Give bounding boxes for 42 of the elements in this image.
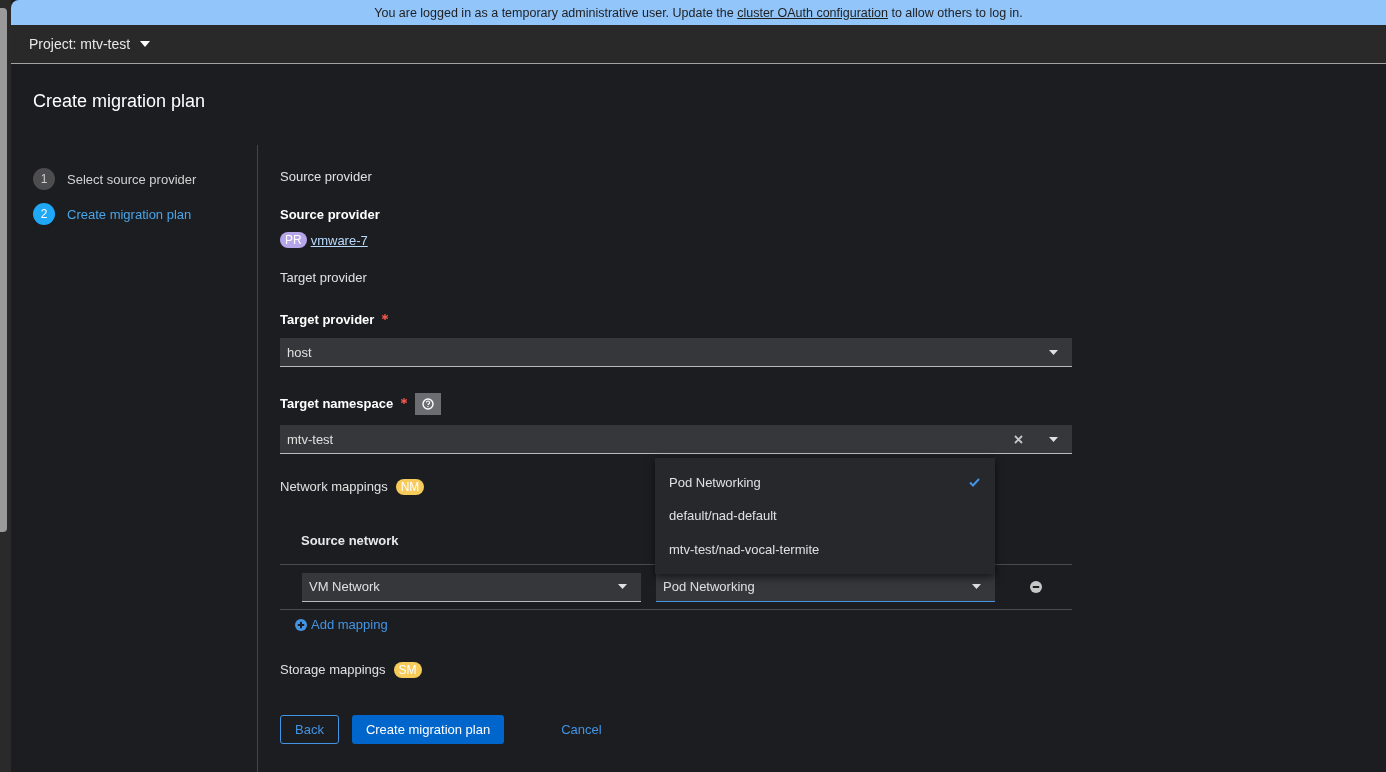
cancel-button[interactable]: Cancel xyxy=(547,715,616,744)
wizard-step[interactable]: Select source provider xyxy=(67,171,197,187)
add-mapping-button[interactable]: Add mapping xyxy=(295,617,388,632)
help-button[interactable] xyxy=(415,393,442,415)
step-number: 2 xyxy=(33,203,55,225)
oauth-link[interactable]: cluster OAuth configuration xyxy=(737,5,888,20)
project-selector[interactable]: Project: mtv-test xyxy=(29,36,151,52)
clear-icon[interactable] xyxy=(1014,434,1023,444)
scrollbar[interactable] xyxy=(0,8,7,532)
create-button[interactable]: Create migration plan xyxy=(351,715,505,744)
select-field[interactable]: VM Network xyxy=(302,572,641,602)
provider-link[interactable]: vmware-7 xyxy=(310,232,368,248)
page-title: Create migration plan xyxy=(33,90,207,112)
caret-icon xyxy=(972,584,981,589)
select-field[interactable]: mtv-test xyxy=(280,425,1072,454)
caret-icon xyxy=(1049,436,1058,442)
select-field[interactable]: Pod Networking xyxy=(656,572,995,602)
section-heading: Source provider xyxy=(280,169,372,185)
remove-icon[interactable] xyxy=(1030,581,1042,593)
menu-item[interactable]: mtv-test/nad-vocal-termite xyxy=(655,532,995,566)
field-label: Source provider xyxy=(280,207,380,223)
caret-icon xyxy=(1049,349,1058,355)
help-icon xyxy=(422,398,435,410)
back-button[interactable]: Back xyxy=(280,715,339,744)
wizard-step[interactable]: Create migration plan xyxy=(67,206,192,222)
column-header: Source network xyxy=(301,532,399,548)
section-heading: Network mappings xyxy=(280,479,388,495)
caret-icon xyxy=(618,584,627,589)
section-heading: Storage mappings xyxy=(280,662,386,678)
section-heading: Target provider xyxy=(280,270,367,286)
caret-icon xyxy=(140,41,151,47)
provider-badge: PR xyxy=(280,232,307,248)
select-field[interactable]: host xyxy=(280,338,1072,367)
menu-item[interactable]: Pod Networking xyxy=(655,465,995,499)
field-label: Target namespace xyxy=(280,396,394,412)
section-badge: SM xyxy=(393,662,422,678)
add-icon xyxy=(295,618,307,631)
banner-text: You are logged in as a temporary administrative user. Update the cluster OAuth configuration to allow others to log in. xyxy=(374,5,1023,20)
section-badge: NM xyxy=(395,479,425,495)
menu-item[interactable]: default/nad-default xyxy=(655,499,995,533)
step-number: 1 xyxy=(33,168,55,190)
field-label: Target provider xyxy=(280,312,375,328)
